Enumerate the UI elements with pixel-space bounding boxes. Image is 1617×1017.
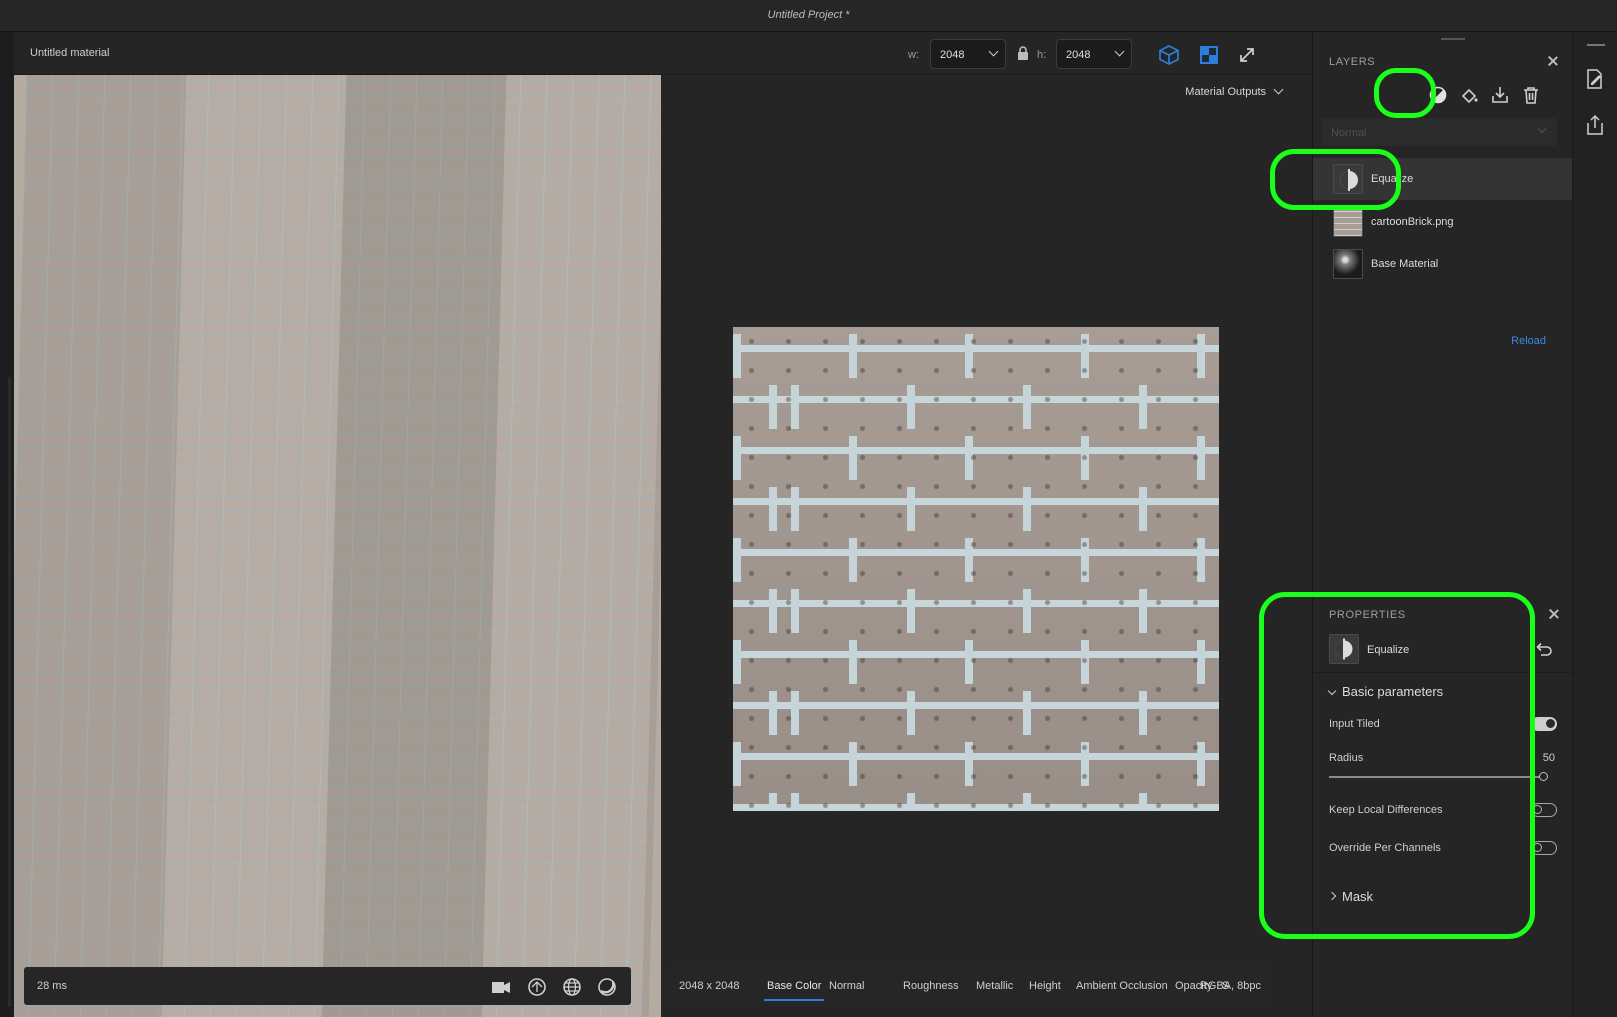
height-label: h: (1037, 49, 1047, 61)
close-icon[interactable] (1548, 56, 1558, 66)
texture-2d-preview (733, 327, 1219, 811)
tab-metallic[interactable]: Metallic (976, 980, 1013, 992)
import-icon[interactable] (1489, 84, 1511, 106)
blend-mode-select[interactable]: Normal (1321, 118, 1557, 146)
tab-base-color[interactable]: Base Color (763, 980, 825, 1001)
basic-parameters-section[interactable]: Basic parameters (1327, 684, 1444, 699)
mask-section[interactable]: Mask (1327, 889, 1374, 904)
layer-name: cartoonBrick.png (1371, 216, 1454, 228)
brick-speckles (733, 327, 1219, 811)
layer-name: Base Material (1371, 258, 1439, 270)
chevron-down-icon (1537, 124, 1547, 134)
equalize-filter-icon (1333, 164, 1363, 194)
title-bar: Untitled Project * (0, 0, 1617, 32)
camera-icon[interactable] (490, 976, 512, 998)
viewport-toolbar: Untitled material w: 2048 h: 2048 (14, 32, 1312, 75)
material-outputs-dropdown[interactable]: Material Outputs (1185, 86, 1266, 98)
filter-name: Equalize (1367, 644, 1410, 656)
main-workspace: Untitled material w: 2048 h: 2048 28 ms … (14, 32, 1312, 1017)
tab-roughness[interactable]: Roughness (903, 980, 959, 992)
toolstrip-grip (1587, 44, 1605, 46)
tab-normal[interactable]: Normal (829, 980, 864, 992)
keep-local-differences-label: Keep Local Differences (1329, 804, 1443, 816)
width-select[interactable]: 2048 (930, 39, 1006, 69)
layer-item[interactable]: cartoonBrick.png (1313, 201, 1573, 243)
trash-icon[interactable] (1520, 84, 1542, 106)
left-collapsed-panel (0, 32, 14, 1017)
tab-ambient-occlusion[interactable]: Ambient Occlusion (1076, 980, 1168, 992)
radius-slider[interactable] (1329, 772, 1548, 781)
export-icon[interactable] (1585, 114, 1605, 136)
brick-texture-thumbnail (1333, 207, 1363, 237)
panel-grip[interactable] (1441, 38, 1465, 40)
input-tiled-toggle[interactable] (1531, 717, 1557, 731)
section-label: Basic parameters (1342, 684, 1444, 699)
chevron-down-icon (1327, 686, 1337, 696)
layer-name: Equalize (1371, 173, 1414, 185)
sphere-icon[interactable] (596, 976, 618, 998)
chevron-down-icon[interactable] (1273, 84, 1284, 95)
viewport-2d[interactable]: Material Outputs 2048 x 2048 Base Color … (661, 75, 1312, 1017)
tab-height[interactable]: Height (1029, 980, 1061, 992)
cube-view-icon[interactable] (1158, 44, 1180, 66)
material-sphere-thumbnail (1333, 249, 1363, 279)
properties-panel: PROPERTIES Equalize Basic parameters Inp… (1313, 600, 1573, 940)
split-view-icon[interactable] (1198, 44, 1220, 66)
height-value: 2048 (1066, 49, 1091, 61)
right-toolstrip (1572, 32, 1617, 1017)
layer-item[interactable]: Equalize (1313, 158, 1573, 200)
project-title: Untitled Project * (767, 9, 850, 21)
override-per-channels-toggle[interactable] (1531, 841, 1557, 855)
environment-icon[interactable] (526, 976, 548, 998)
radius-label: Radius (1329, 752, 1364, 764)
viewport-3d-statusbar: 28 ms (24, 967, 631, 1005)
brick-wall-3d-render (14, 75, 661, 1017)
layers-title: LAYERS (1329, 56, 1376, 68)
edit-document-icon[interactable] (1585, 68, 1605, 90)
width-value: 2048 (940, 49, 965, 61)
toggle-knob (1533, 842, 1542, 852)
resolution-readout: 2048 x 2048 (679, 980, 740, 992)
globe-icon[interactable] (561, 976, 583, 998)
radius-value: 50 (1542, 752, 1555, 764)
slider-handle[interactable] (1539, 772, 1548, 781)
close-icon[interactable] (1549, 609, 1559, 619)
channel-bar: 2048 x 2048 Base Color Normal Roughness … (667, 967, 1272, 1005)
chevron-down-icon (1114, 46, 1125, 57)
toggle-knob (1546, 719, 1555, 728)
override-per-channels-label: Override Per Channels (1329, 842, 1441, 854)
reset-icon[interactable] (1535, 641, 1553, 657)
reload-link[interactable]: Reload (1511, 335, 1546, 347)
chevron-right-icon (1327, 891, 1337, 901)
input-tiled-label: Input Tiled (1329, 718, 1380, 730)
layer-item[interactable]: Base Material (1313, 243, 1573, 285)
viewport-3d[interactable]: 28 ms (14, 75, 661, 1017)
render-time: 28 ms (37, 980, 67, 992)
equalize-filter-icon (1329, 634, 1359, 664)
keep-local-differences-toggle[interactable] (1531, 803, 1557, 817)
left-panel-handle[interactable] (8, 377, 11, 1007)
toggle-knob (1533, 804, 1542, 814)
lock-icon[interactable] (1017, 46, 1029, 60)
blend-mode-value: Normal (1331, 127, 1367, 139)
expand-icon[interactable] (1236, 44, 1258, 66)
format-readout: RGBA, 8bpc (1199, 980, 1261, 992)
add-filter-icon[interactable] (1427, 84, 1449, 106)
width-label: w: (908, 49, 919, 61)
chevron-down-icon (988, 46, 999, 57)
material-name: Untitled material (30, 47, 110, 59)
height-select[interactable]: 2048 (1056, 39, 1132, 69)
add-fill-icon[interactable] (1458, 84, 1480, 106)
divider (1313, 672, 1573, 673)
right-panel: LAYERS Normal Equalize cartoonBrick.png … (1312, 32, 1573, 1017)
section-label: Mask (1342, 889, 1374, 904)
properties-title: PROPERTIES (1329, 609, 1406, 621)
